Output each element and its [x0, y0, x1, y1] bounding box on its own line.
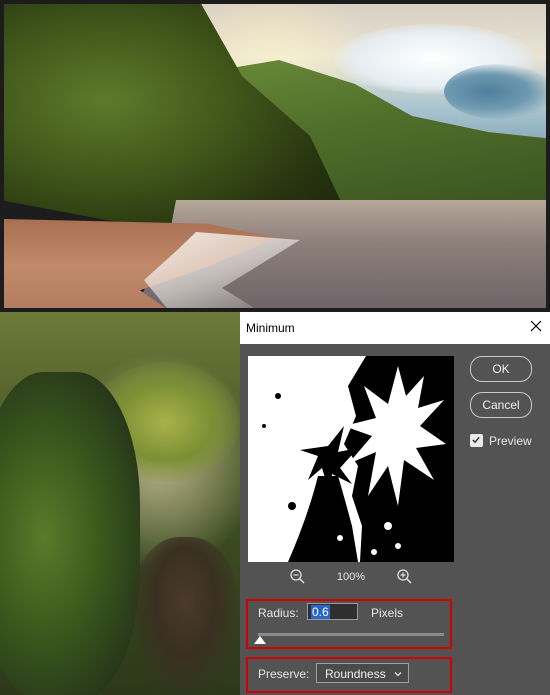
palm-tree	[130, 537, 240, 695]
preview-checkbox[interactable]	[470, 434, 483, 447]
close-icon[interactable]	[526, 318, 546, 338]
foreground-leaves	[0, 372, 140, 695]
cloud	[444, 64, 546, 119]
radius-slider-track[interactable]	[258, 633, 444, 636]
preview-label: Preview	[489, 434, 532, 448]
radius-unit: Pixels	[371, 606, 404, 620]
jungle-photo	[0, 312, 240, 695]
radius-value: 0.6	[311, 605, 330, 619]
beach-photo	[0, 0, 550, 312]
radius-control-group: Radius: 0.6 Pixels	[246, 599, 452, 649]
preserve-label: Preserve:	[258, 667, 310, 681]
radius-input[interactable]: 0.6	[307, 603, 358, 620]
preserve-control-group: Preserve: Roundness	[246, 657, 452, 693]
ok-button[interactable]: OK	[470, 356, 532, 382]
beach-photo-frame	[4, 4, 546, 308]
zoom-controls: 100%	[248, 568, 454, 588]
dialog-title: Minimum	[246, 321, 295, 335]
zoom-level: 100%	[336, 571, 366, 583]
preserve-value: Roundness	[325, 667, 386, 681]
cancel-button[interactable]: Cancel	[470, 392, 532, 418]
zoom-in-icon[interactable]	[396, 568, 414, 586]
radius-slider-thumb[interactable]	[254, 636, 266, 644]
chevron-down-icon	[394, 672, 402, 677]
radius-label: Radius:	[258, 606, 299, 620]
dialog-titlebar: Minimum	[240, 312, 550, 344]
minimum-dialog: Minimum 100% OK Cancel Preview Radius: 0…	[240, 312, 550, 695]
filter-preview[interactable]	[248, 356, 454, 562]
preserve-dropdown[interactable]: Roundness	[316, 663, 409, 683]
